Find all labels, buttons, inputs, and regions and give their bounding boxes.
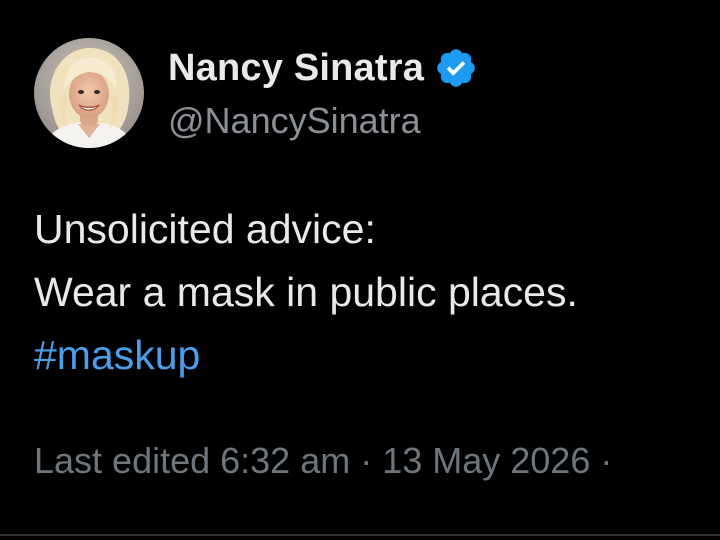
author-name-row: Nancy Sinatra <box>168 40 478 96</box>
tweet-edited-timestamp[interactable]: Last edited 6:32 am · 13 May 2026 · <box>34 440 612 482</box>
author-display-name[interactable]: Nancy Sinatra <box>168 47 424 90</box>
tweet-line-1: Unsolicited advice: <box>34 206 376 252</box>
verified-badge-icon[interactable] <box>434 46 478 90</box>
author-avatar[interactable] <box>34 38 144 148</box>
divider <box>0 534 720 536</box>
avatar-image <box>34 38 144 148</box>
tweet-line-2: Wear a mask in public places. <box>34 269 578 315</box>
author-handle[interactable]: @NancySinatra <box>168 100 421 142</box>
tweet-text: Unsolicited advice: Wear a mask in publi… <box>34 198 578 387</box>
hashtag-link[interactable]: #maskup <box>34 324 578 387</box>
tweet: Nancy Sinatra @NancySinatra Unsolicited … <box>0 0 720 540</box>
